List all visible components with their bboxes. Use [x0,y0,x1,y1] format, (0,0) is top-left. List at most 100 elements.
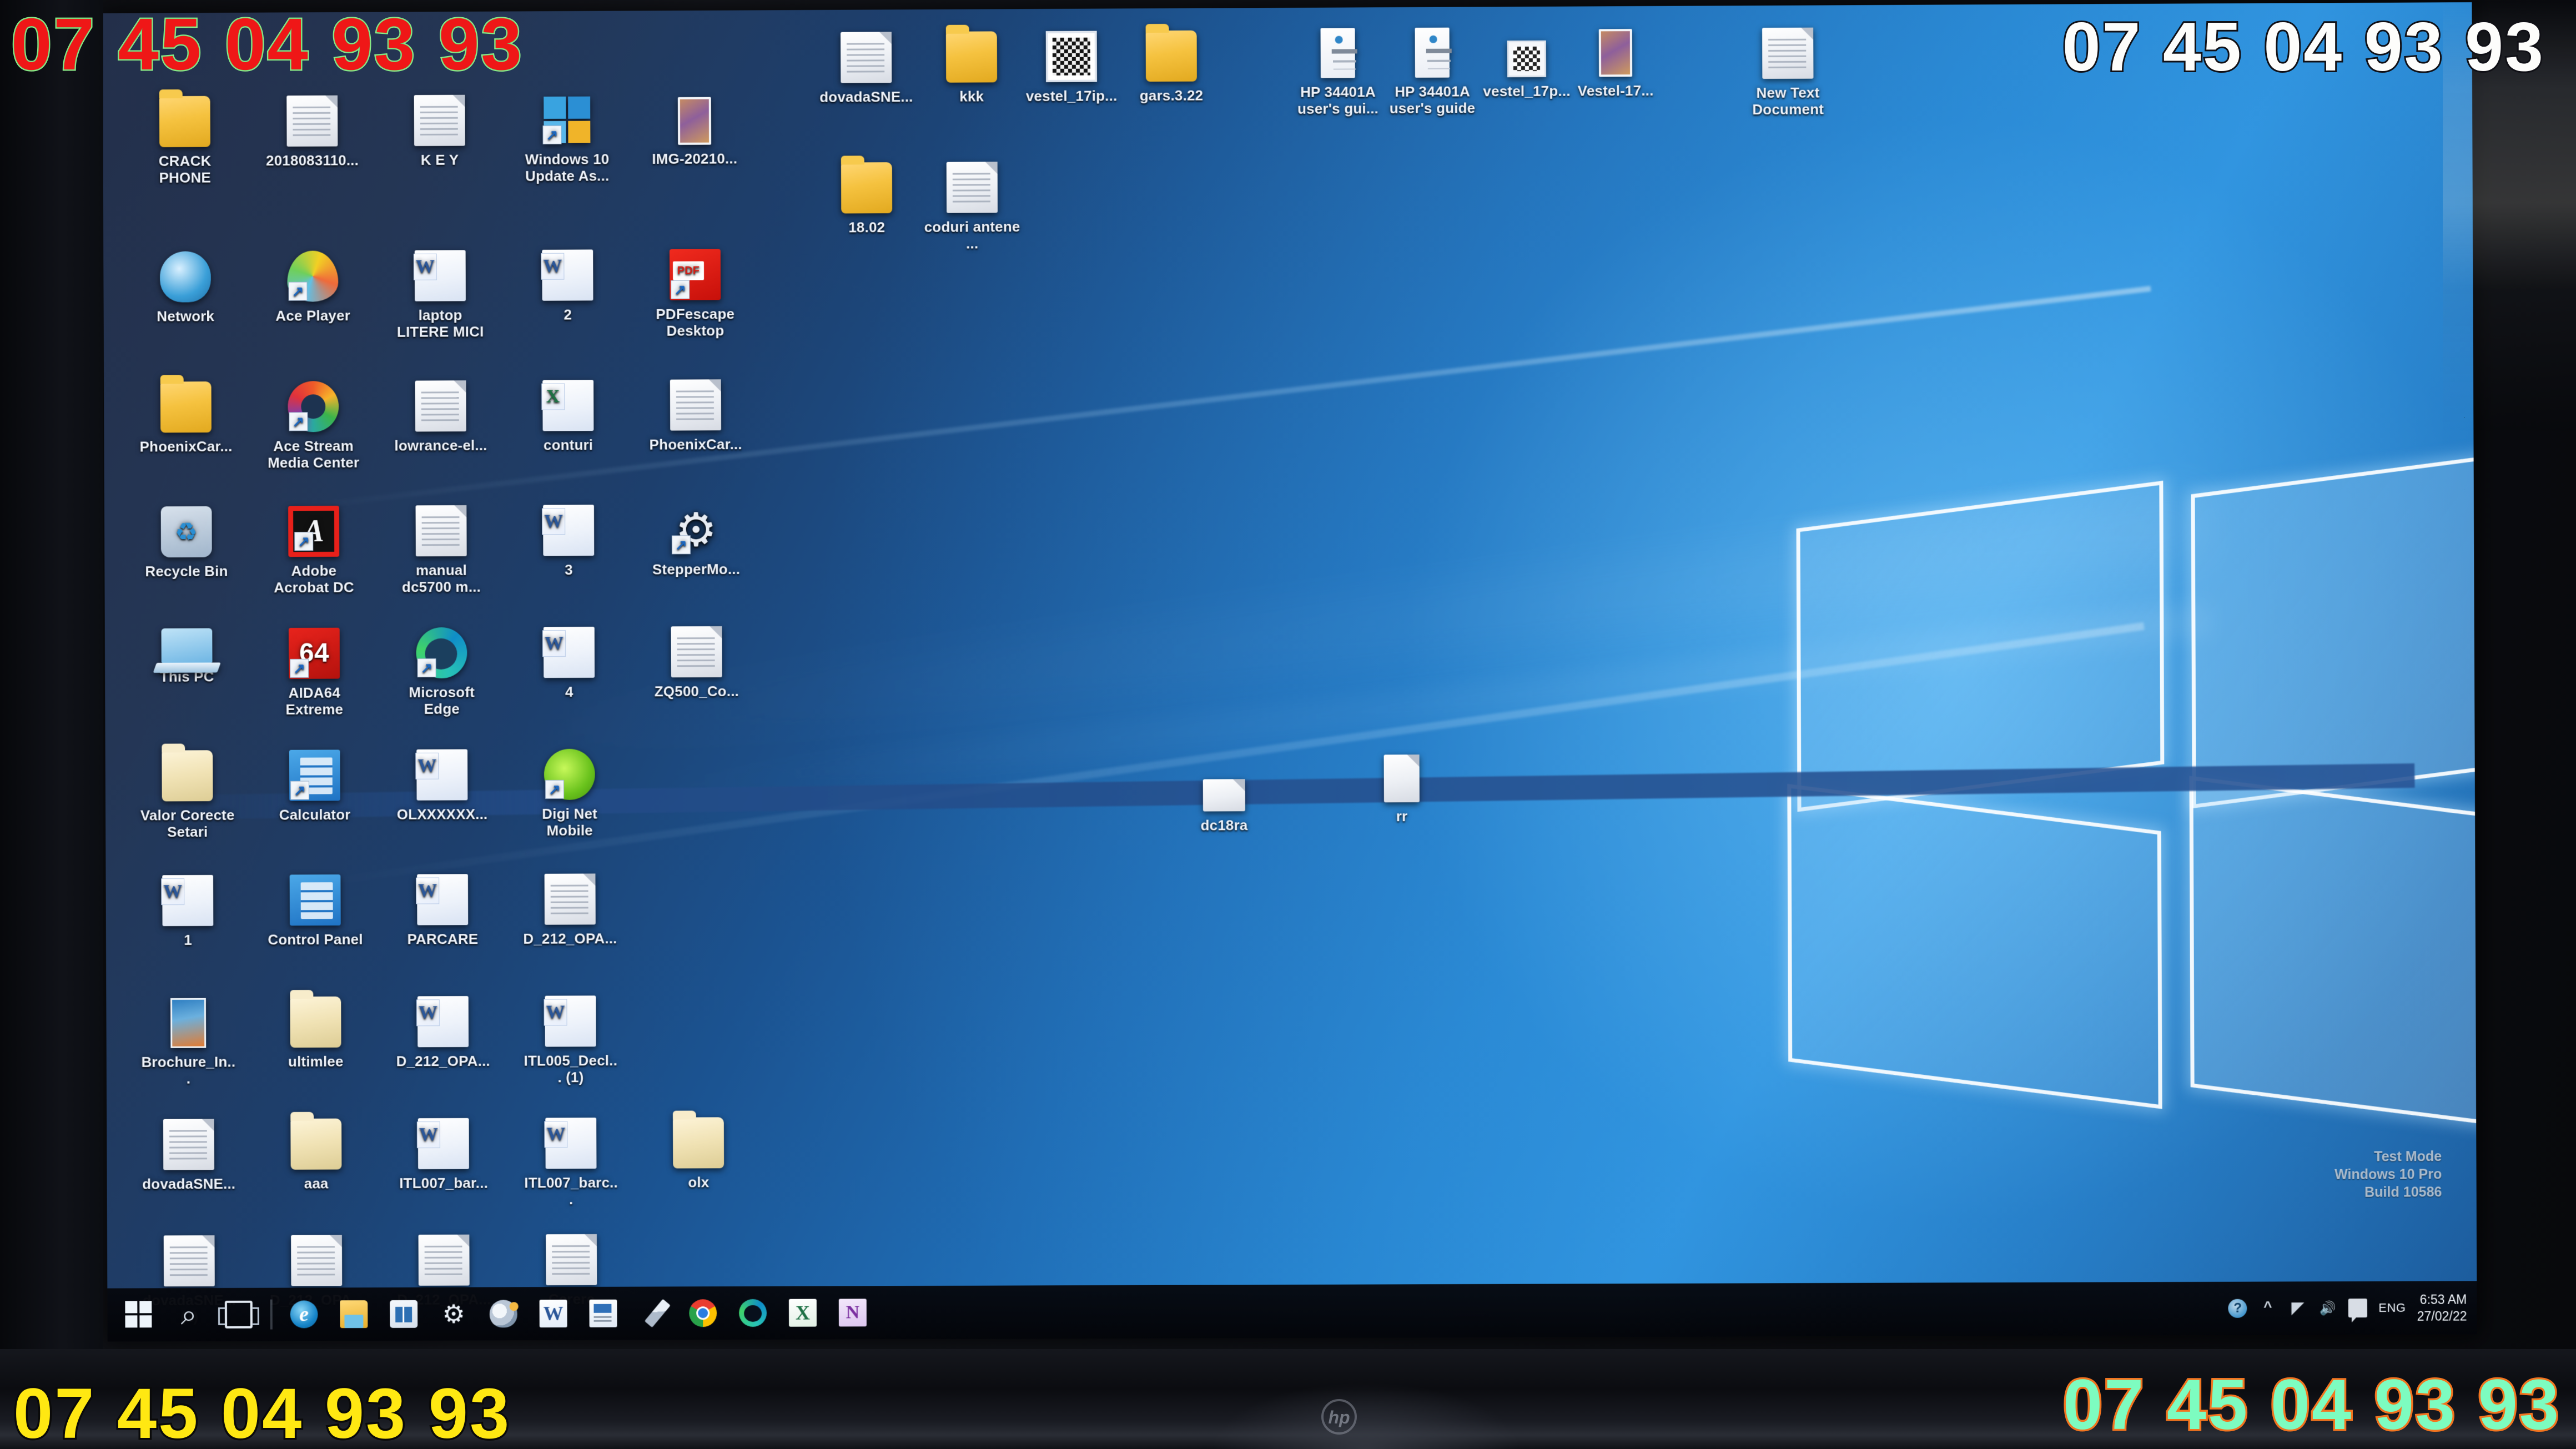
chevron-up-icon[interactable] [2258,1299,2277,1318]
app-badge: W [415,752,439,779]
desktop-icon[interactable]: W1 [139,874,237,948]
taskbar-item-word[interactable] [530,1288,577,1339]
taskbar-item-wordpad[interactable] [579,1288,627,1339]
desktop-icon[interactable]: HP 34401A user's gui... [1289,27,1387,117]
desktop-icon[interactable]: PhoenixCar... [647,379,744,453]
desktop-icon[interactable]: W PARCARE [394,874,491,948]
desktop-icon[interactable]: aaa [267,1118,365,1192]
doc-lines [1768,38,1807,72]
word-icon: W [416,874,469,925]
desktop-icon[interactable]: Ace Stream Media Center [264,381,362,471]
language-indicator[interactable]: ENG [2378,1301,2406,1315]
desktop-icon[interactable]: Control Panel [266,874,364,948]
clock[interactable]: 6:53 AM 27/02/22 [2417,1291,2467,1324]
desktop-icon[interactable]: olx [650,1117,747,1190]
desktop-icon[interactable]: W ITL007_bar... [395,1118,492,1191]
gear-icon [671,504,722,555]
gear-icon [440,1300,467,1328]
taskbar-item-edge[interactable] [729,1287,777,1339]
doc-icon [291,1235,343,1286]
volume-icon[interactable] [2318,1299,2337,1317]
desktop-icon[interactable]: K E Y [391,94,489,169]
taskbar-item-paint[interactable] [480,1288,527,1339]
desktop-icon[interactable]: W2 [519,249,616,323]
desktop-icon-label: Ace Player [275,307,351,324]
taskbar-item-chrome[interactable] [679,1287,727,1339]
desktop-icon[interactable]: rr [1353,751,1451,825]
desktop-icon[interactable]: Microsoft Edge [393,627,490,718]
hp-icon [1320,28,1355,78]
desktop-icon[interactable]: ultimlee [267,996,365,1070]
desktop-icon[interactable]: Vestel-17... [1567,26,1665,99]
doc-icon [671,626,722,678]
desktop-icon[interactable]: 2018083110... [263,95,361,169]
desktop-icon[interactable]: IMG-20210... [646,93,743,167]
system-tray[interactable]: ENG 6:53 AM 27/02/22 [2228,1281,2467,1335]
desktop-icon-label: StepperMo... [652,560,741,578]
desktop-icon[interactable]: AIDA64 Extreme [265,627,363,718]
taskbar-item-settings[interactable] [430,1289,477,1340]
desktop-icon[interactable]: W D_212_OPA... [394,996,492,1069]
desktop-icon[interactable]: CRACK PHONE [136,95,234,187]
desktop-icon[interactable]: dc18ra [1175,760,1273,834]
taskbar-item-onenote[interactable] [829,1287,877,1338]
desktop-icon[interactable]: manual dc5700 m... [393,505,490,596]
desktop-icon[interactable]: dovadaSNE... [817,32,915,105]
desktop-icon[interactable]: Valor Corecte Setari [138,750,236,840]
desktop-icon[interactable]: HP 34401A user's guide [1383,26,1482,117]
desktop-icon[interactable]: StepperMo... [647,504,745,578]
desktop-icon[interactable]: Wlaptop LITERE MICI [391,250,489,340]
desktop-icon[interactable]: dovadaSNE... [140,1119,238,1193]
desktop-icon[interactable]: W4 [520,626,618,701]
taskbar[interactable]: ENG 6:53 AM 27/02/22 [107,1281,2477,1342]
desktop-icon[interactable]: W ITL007_barc... [522,1118,620,1208]
start-button[interactable] [115,1289,163,1340]
desktop-icon[interactable]: vestel_17p... [1478,26,1576,100]
search-button[interactable] [165,1289,213,1340]
desktop-icon[interactable]: PDF PDFescape Desktop [646,249,744,339]
desktop-icon-label: olx [688,1174,710,1191]
task-view-button[interactable] [215,1289,263,1340]
word-icon: W [413,250,466,301]
desktop-icon[interactable]: Brochure_In... [139,997,237,1087]
desktop-icon[interactable]: Windows 10 Update As... [518,94,616,185]
taskbar-item-snip[interactable] [629,1287,677,1339]
taskbar-item-explorer[interactable] [330,1289,378,1340]
desktop-icon[interactable]: Digi Net Mobile [521,748,618,839]
taskbar-item-store[interactable] [380,1289,427,1340]
desktop-icon[interactable]: Network [137,251,234,325]
desktop-icon[interactable]: lowrance-el... [392,380,490,454]
desktop-icon[interactable]: vestel_17ip... [1023,31,1120,104]
taskbar-item-excel[interactable] [779,1287,827,1339]
pdf-icon: PDF [669,249,721,300]
word-icon: W [161,874,214,927]
desktop-icon-label: Windows 10 Update As... [525,150,610,185]
desktop-icon[interactable]: Calculator [266,749,364,823]
desktop-icon[interactable]: Ace Player [264,250,361,324]
onenote-icon [838,1299,867,1327]
desktop-icon[interactable]: gars.3.22 [1123,30,1220,104]
desktop-icon[interactable]: kkk [923,31,1020,105]
taskbar-item-ie[interactable] [280,1289,328,1340]
desktop-icon[interactable]: Recycle Bin [138,506,235,580]
desktop-icon[interactable]: D_212_OPA... [521,873,619,947]
help-icon[interactable] [2228,1299,2247,1318]
desktop-icon[interactable]: 18.02 [818,162,915,236]
desktop-icon-label: ITL005_Decl... (1) [524,1052,618,1086]
desktop-icon[interactable]: New Text Document [1739,27,1837,118]
desktop-icon[interactable]: W ITL005_Decl... (1) [522,995,620,1085]
desktop-icon[interactable]: This PC [138,628,236,685]
desktop-icon[interactable]: W3 [520,505,617,578]
action-center-icon[interactable] [2348,1299,2368,1318]
desktop-icon[interactable]: ZQ500_Co... [648,626,746,700]
desktop-icon[interactable]: coduri antene ... [923,162,1021,252]
desktop-icon[interactable]: PhoenixCar... [137,381,235,455]
desktop-icon[interactable]: Xconturi [519,380,617,454]
doc-lines [676,390,715,424]
wifi-icon[interactable] [2288,1299,2307,1317]
windows-logo-quadrant [568,120,591,143]
windows-logo-icon [125,1301,153,1329]
desktop-icon-label: ITL007_barc... [524,1174,618,1208]
desktop-icon[interactable]: Adobe Acrobat DC [265,505,363,596]
desktop-icon[interactable]: W OLXXXXXX... [393,749,491,823]
